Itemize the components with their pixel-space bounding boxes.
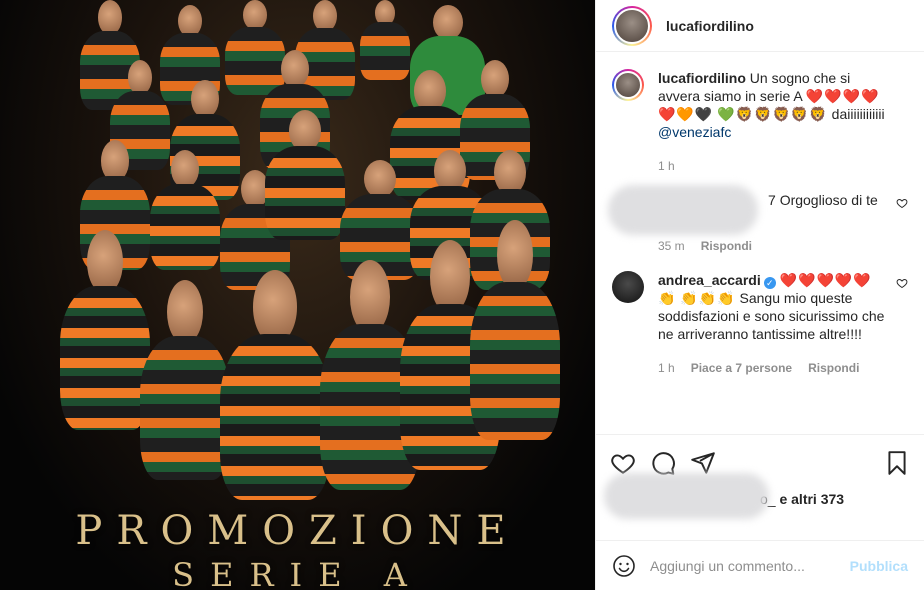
caption-avatar[interactable] [612, 69, 644, 101]
caption-time[interactable]: 1 h [658, 157, 675, 175]
player-figure [265, 110, 345, 240]
avatar[interactable] [612, 5, 652, 46]
image-headline-serie-a: SERIE A [172, 556, 423, 590]
comments-list: lucafiordilino Un sogno che si avvera si… [596, 53, 924, 433]
post-sidebar: lucafiordilino lucafiordilino Un sogno c… [595, 0, 924, 590]
image-headline-promozione: PROMOZIONE [75, 508, 520, 554]
emoji-picker-icon[interactable] [612, 554, 636, 578]
verified-badge-icon: ✓ [763, 277, 776, 289]
comment-time[interactable]: 1 h [658, 359, 675, 377]
publish-button[interactable]: Pubblica [850, 558, 908, 574]
add-comment-bar: Pubblica [596, 540, 924, 590]
player-figure [220, 270, 330, 500]
likes-count-text[interactable]: e altri 373 [779, 491, 844, 507]
post-actions: o_ e altri 373 [596, 434, 924, 519]
header-username[interactable]: lucafiordilino [666, 18, 754, 34]
player-figure [60, 230, 150, 430]
instagram-post: PROMOZIONE SERIE A lucafiordilino lucafi… [0, 0, 924, 590]
save-bookmark-icon[interactable] [884, 450, 910, 476]
redacted-likers-blur [604, 473, 769, 519]
comment-username[interactable]: andrea_accardi [658, 272, 761, 288]
post-header: lucafiordilino [596, 0, 924, 52]
team-photo-collage [40, 0, 560, 500]
post-image[interactable]: PROMOZIONE SERIE A [0, 0, 595, 590]
comment-username-fragment: 7 [768, 192, 776, 208]
comment-item: 7 Orgoglioso di te 35 m Rispondi [608, 185, 908, 255]
comment-text: Orgoglioso di te [779, 192, 878, 208]
comment-input[interactable] [650, 557, 850, 574]
comment-emojis-line2: 👏👏👏 [680, 290, 736, 306]
comment-item: andrea_accardi ✓ ❤️❤️❤️❤️❤️👏 👏👏👏 Sangu mi… [612, 271, 908, 377]
player-figure [360, 0, 410, 80]
comment-avatar[interactable] [612, 271, 644, 303]
comment-likes-count[interactable]: Piace a 7 persone [691, 359, 792, 377]
caption-tail: daiiiiiiiiiiii [831, 106, 885, 122]
caption-username[interactable]: lucafiordilino [658, 70, 746, 86]
player-figure [150, 150, 220, 270]
caption-emojis-line2: 💚🦁🦁🦁🦁🦁 [717, 106, 828, 122]
caption: lucafiordilino Un sogno che si avvera si… [612, 69, 908, 175]
reply-button[interactable]: Rispondi [808, 359, 859, 377]
comment-time[interactable]: 35 m [658, 237, 685, 255]
player-figure [470, 220, 560, 440]
reply-button[interactable]: Rispondi [701, 237, 752, 255]
like-comment-heart-icon[interactable] [896, 197, 908, 209]
player-figure [140, 280, 230, 480]
like-comment-heart-icon[interactable] [896, 277, 908, 289]
caption-mention-link[interactable]: @veneziafc [658, 124, 731, 140]
